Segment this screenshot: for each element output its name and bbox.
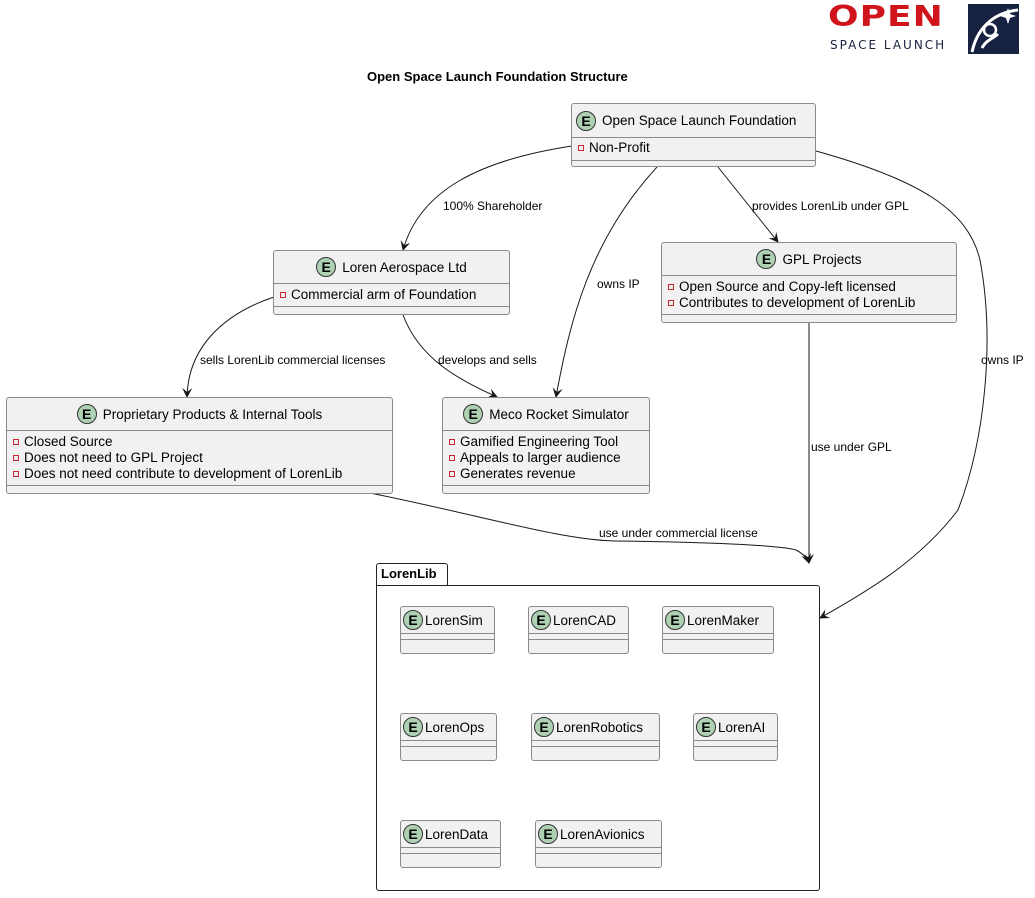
private-field-icon bbox=[578, 145, 584, 151]
entity-name: LorenSim bbox=[425, 612, 483, 628]
entity-icon: E bbox=[403, 717, 423, 737]
edge-label-owns-ip-lorenlib: owns IP bbox=[981, 353, 1024, 367]
entity-icon: E bbox=[576, 110, 596, 131]
entity-attribute: Generates revenue bbox=[449, 466, 643, 482]
entity-attribute: Commercial arm of Foundation bbox=[280, 287, 503, 303]
edge-foundation-to-lorenlib bbox=[815, 150, 988, 619]
edge-loren-to-proprietary bbox=[182, 296, 275, 398]
entity-lorenrobotics[interactable]: E LorenRobotics bbox=[531, 713, 660, 761]
entity-attribute: Non-Profit bbox=[578, 140, 809, 156]
entity-name: LorenData bbox=[425, 826, 489, 842]
entity-name: LorenRobotics bbox=[556, 719, 644, 735]
entity-icon: E bbox=[316, 257, 337, 277]
entity-icon: E bbox=[696, 717, 716, 737]
private-field-icon bbox=[668, 284, 674, 290]
diagram-title: Open Space Launch Foundation Structure bbox=[367, 69, 628, 84]
entity-icon: E bbox=[538, 824, 558, 844]
entity-icon: E bbox=[403, 610, 423, 630]
entity-name: LorenAI bbox=[718, 719, 766, 735]
edge-label-provides-lorenlib: provides LorenLib under GPL bbox=[752, 199, 909, 213]
entity-name: LorenOps bbox=[425, 719, 485, 735]
entity-name: LorenAvionics bbox=[560, 826, 645, 842]
entity-icon: E bbox=[403, 824, 423, 844]
private-field-icon bbox=[449, 439, 455, 445]
entity-open-space-launch-foundation[interactable]: E Open Space Launch Foundation Non-Profit bbox=[571, 103, 816, 167]
entity-attribute: Does not need contribute to development … bbox=[13, 466, 386, 482]
entity-name: Proprietary Products & Internal Tools bbox=[102, 406, 323, 422]
open-space-launch-logo: OPEN SPACE LAUNCH bbox=[824, 2, 1020, 56]
entity-icon: E bbox=[76, 404, 97, 424]
private-field-icon bbox=[668, 300, 674, 306]
entity-name: LorenCAD bbox=[553, 612, 617, 628]
entity-lorencad[interactable]: E LorenCAD bbox=[528, 606, 629, 654]
entity-gpl-projects[interactable]: E GPL Projects Open Source and Copy-left … bbox=[661, 242, 957, 323]
edge-label-owns-ip-meco: owns IP bbox=[597, 277, 640, 291]
entity-icon: E bbox=[665, 610, 685, 630]
entity-proprietary-products[interactable]: E Proprietary Products & Internal Tools C… bbox=[6, 397, 393, 494]
astronaut-star-badge-icon bbox=[968, 4, 1019, 54]
entity-icon: E bbox=[531, 610, 551, 630]
entity-name: Meco Rocket Simulator bbox=[489, 406, 629, 422]
private-field-icon bbox=[13, 455, 19, 461]
private-field-icon bbox=[280, 292, 286, 298]
edge-foundation-to-loren-aerospace bbox=[400, 145, 573, 251]
entity-lorenavionics[interactable]: E LorenAvionics bbox=[535, 820, 662, 868]
entity-attribute: Appeals to larger audience bbox=[449, 450, 643, 466]
entity-attribute: Gamified Engineering Tool bbox=[449, 434, 643, 450]
edge-label-sells-commercial-licenses: sells LorenLib commercial licenses bbox=[200, 353, 386, 367]
entity-attribute: Closed Source bbox=[13, 434, 386, 450]
entity-name: LorenMaker bbox=[687, 612, 760, 628]
entity-attribute: Contributes to development of LorenLib bbox=[668, 295, 950, 311]
private-field-icon bbox=[13, 439, 19, 445]
entity-name: Loren Aerospace Ltd bbox=[342, 259, 467, 275]
private-field-icon bbox=[449, 455, 455, 461]
entity-name: Open Space Launch Foundation bbox=[602, 113, 797, 128]
logo-wordmark: OPEN bbox=[828, 0, 944, 33]
private-field-icon bbox=[449, 471, 455, 477]
entity-icon: E bbox=[756, 249, 777, 269]
edge-label-use-under-gpl: use under GPL bbox=[811, 440, 892, 454]
entity-lorendata[interactable]: E LorenData bbox=[400, 820, 501, 868]
entity-icon: E bbox=[534, 717, 554, 737]
entity-loren-aerospace-ltd[interactable]: E Loren Aerospace Ltd Commercial arm of F… bbox=[273, 250, 510, 315]
entity-lorenai[interactable]: E LorenAI bbox=[693, 713, 778, 761]
entity-attribute: Open Source and Copy-left licensed bbox=[668, 279, 950, 295]
entity-attribute: Does not need to GPL Project bbox=[13, 450, 386, 466]
entity-lorenmaker[interactable]: E LorenMaker bbox=[662, 606, 774, 654]
entity-name: GPL Projects bbox=[782, 251, 862, 267]
edge-label-use-under-commercial-license: use under commercial license bbox=[599, 526, 758, 540]
private-field-icon bbox=[13, 471, 19, 477]
entity-icon: E bbox=[463, 404, 484, 424]
logo-subtitle: SPACE LAUNCH bbox=[830, 38, 947, 52]
package-tab-lorenlib[interactable]: LorenLib bbox=[376, 563, 448, 585]
entity-meco-rocket-simulator[interactable]: E Meco Rocket Simulator Gamified Engineer… bbox=[442, 397, 650, 494]
entity-lorenops[interactable]: E LorenOps bbox=[400, 713, 497, 761]
entity-lorensim[interactable]: E LorenSim bbox=[400, 606, 495, 654]
edge-label-develops-and-sells: develops and sells bbox=[438, 353, 537, 367]
edge-label-100-shareholder: 100% Shareholder bbox=[443, 199, 543, 213]
